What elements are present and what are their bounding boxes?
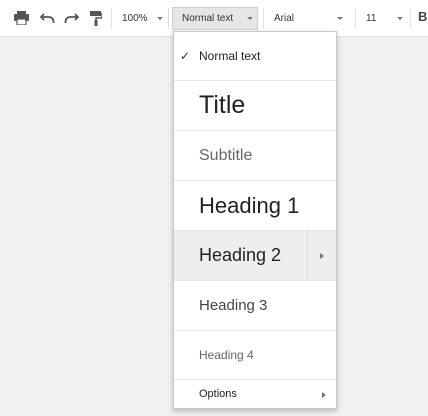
font-size-value: 11 <box>366 13 377 24</box>
redo-icon[interactable] <box>62 9 80 27</box>
checkmark-icon: ✓ <box>180 49 191 63</box>
chevron-right-icon <box>320 252 324 259</box>
menu-item-label: Subtitle <box>199 146 253 164</box>
chevron-down-icon <box>337 17 343 20</box>
undo-icon[interactable] <box>38 9 56 27</box>
toolbar-divider <box>168 8 169 29</box>
chevron-right-icon <box>322 392 326 398</box>
menu-item-heading-1[interactable]: Heading 1 <box>174 181 336 231</box>
bold-button[interactable]: B <box>418 9 427 24</box>
menu-item-label: Heading 3 <box>199 297 268 314</box>
toolbar-divider <box>355 8 356 29</box>
print-icon[interactable] <box>12 9 30 27</box>
menu-item-heading-2[interactable]: Heading 2 <box>174 231 336 281</box>
menu-item-label: Options <box>199 388 237 400</box>
chevron-down-icon <box>397 17 403 20</box>
menu-item-label: Heading 2 <box>199 245 282 265</box>
submenu-arrow-button[interactable] <box>307 231 336 280</box>
toolbar-divider <box>410 8 411 29</box>
style-select[interactable]: Normal text <box>172 7 258 30</box>
toolbar-divider <box>263 8 264 29</box>
menu-item-label: Normal text <box>199 49 261 63</box>
zoom-select[interactable]: 100% <box>113 7 168 30</box>
menu-item-label: Title <box>199 91 246 119</box>
chevron-down-icon <box>157 17 163 20</box>
menu-item-title[interactable]: Title <box>174 81 336 131</box>
menu-item-normal-text[interactable]: ✓ Normal text <box>174 32 336 81</box>
menu-item-subtitle[interactable]: Subtitle <box>174 131 336 181</box>
style-value: Normal text <box>182 13 234 24</box>
font-value: Arial <box>274 13 295 24</box>
zoom-value: 100% <box>122 13 148 24</box>
toolbar-divider <box>111 8 112 29</box>
menu-item-heading-4[interactable]: Heading 4 <box>174 331 336 380</box>
menu-item-label: Heading 1 <box>199 192 300 218</box>
font-size-select[interactable]: 11 <box>357 7 409 30</box>
paint-format-icon[interactable] <box>87 9 105 27</box>
menu-item-label: Heading 4 <box>199 348 254 362</box>
font-select[interactable]: Arial <box>265 7 353 30</box>
paragraph-style-menu: ✓ Normal text Title Subtitle Heading 1 H… <box>173 31 337 409</box>
chevron-down-icon <box>247 17 253 20</box>
menu-item-heading-3[interactable]: Heading 3 <box>174 281 336 331</box>
menu-item-options[interactable]: Options <box>174 380 336 408</box>
